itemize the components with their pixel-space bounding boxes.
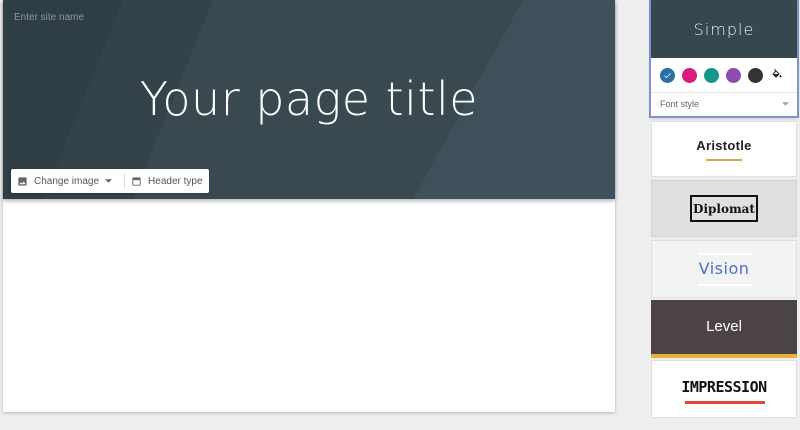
themes-panel: Simple Font style Aristotle Diplomat Vis… xyxy=(651,0,797,430)
theme-simple-preview[interactable]: Simple xyxy=(651,0,797,58)
fill-color-icon[interactable] xyxy=(771,69,783,81)
chevron-down-icon xyxy=(782,101,789,106)
header-type-label: Header type xyxy=(148,175,203,187)
font-style-label: Font style xyxy=(660,98,700,109)
font-style-dropdown[interactable]: Font style xyxy=(651,92,797,114)
theme-vision-name: Vision xyxy=(698,259,750,278)
color-swatch-dark[interactable] xyxy=(748,67,763,83)
theme-diplomat-name: Diplomat xyxy=(690,195,758,222)
theme-vision-bar-bottom xyxy=(698,284,752,286)
theme-diplomat[interactable]: Diplomat xyxy=(651,180,797,237)
image-icon xyxy=(18,176,27,186)
change-image-button[interactable]: Change image xyxy=(11,169,124,193)
theme-vision-bar-top xyxy=(698,253,752,255)
theme-aristotle-name: Aristotle xyxy=(696,138,752,153)
change-image-label: Change image xyxy=(34,175,100,187)
color-swatches xyxy=(651,58,797,92)
theme-aristotle[interactable]: Aristotle xyxy=(651,121,797,177)
chevron-down-icon xyxy=(105,179,113,183)
color-swatch-pink[interactable] xyxy=(682,67,697,83)
theme-impression-underline xyxy=(685,401,765,404)
theme-impression[interactable]: IMPRESSION xyxy=(651,360,797,418)
header-toolbar: Change image Header type xyxy=(11,169,209,193)
page-canvas: Enter site name Your page title Change i… xyxy=(3,0,615,412)
page-header[interactable]: Enter site name Your page title Change i… xyxy=(3,0,615,199)
color-swatch-purple[interactable] xyxy=(726,67,741,83)
theme-vision[interactable]: Vision xyxy=(651,240,797,298)
theme-impression-name: IMPRESSION xyxy=(681,378,767,396)
header-layout-icon xyxy=(132,176,141,186)
theme-simple[interactable]: Simple Font style xyxy=(651,0,797,116)
page-title[interactable]: Your page title xyxy=(3,72,615,126)
site-name-input[interactable]: Enter site name xyxy=(14,12,84,23)
color-swatch-blue[interactable] xyxy=(660,67,675,83)
theme-level[interactable]: Level xyxy=(651,300,797,358)
theme-simple-name: Simple xyxy=(693,19,755,39)
theme-level-stripe xyxy=(651,354,797,358)
theme-level-name: Level xyxy=(706,318,742,335)
theme-aristotle-underline xyxy=(706,159,742,161)
header-type-button[interactable]: Header type xyxy=(125,169,208,193)
color-swatch-teal[interactable] xyxy=(704,67,719,83)
check-icon xyxy=(664,72,671,78)
